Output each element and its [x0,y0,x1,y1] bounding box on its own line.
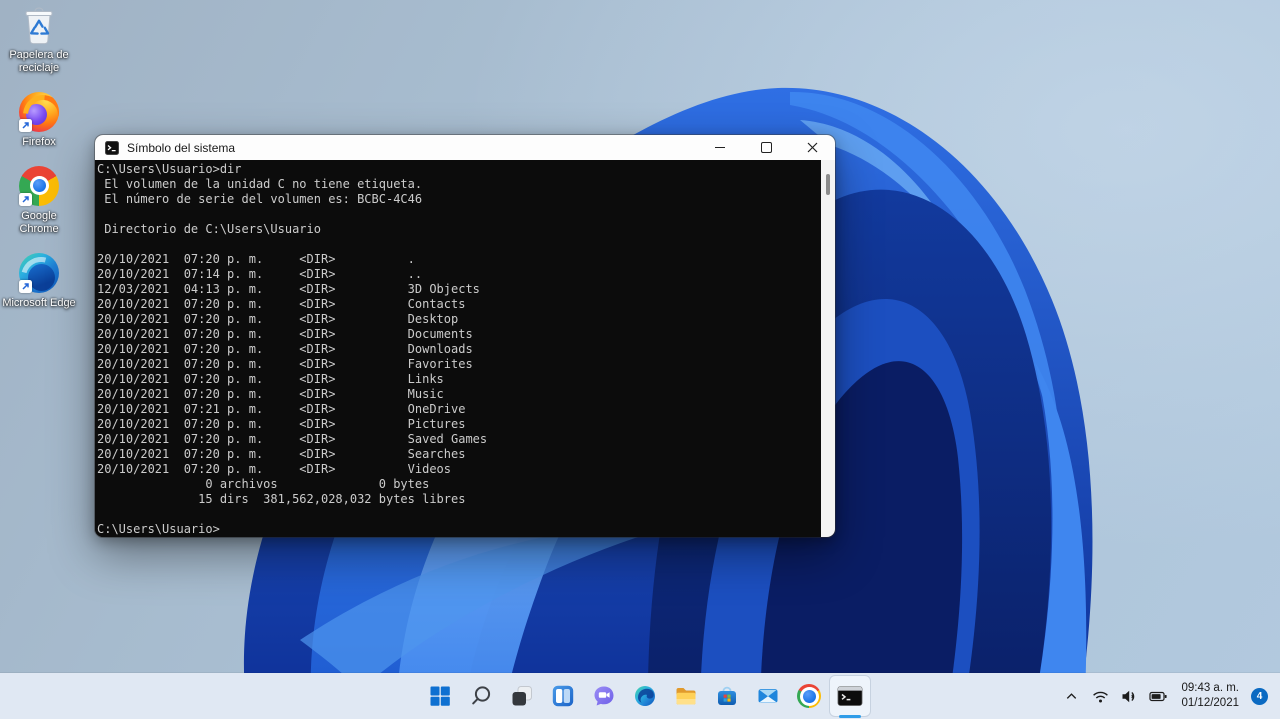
close-button[interactable] [789,135,835,160]
maximize-icon [761,142,772,153]
volume-icon [1121,689,1138,704]
wifi-icon [1092,689,1109,704]
maximize-button[interactable] [743,135,789,160]
desktop-icon-firefox[interactable]: Firefox [1,91,77,149]
cmd-titlebar-icon [105,141,119,155]
wifi-button[interactable] [1090,684,1110,708]
battery-button[interactable] [1148,684,1168,708]
chat-icon [592,684,616,708]
terminal-scrollbar[interactable] [821,160,835,537]
clock-date: 01/12/2021 [1181,696,1239,711]
edge-icon [18,252,60,294]
search-icon [469,684,493,708]
taskbar-item-edge[interactable] [625,676,665,716]
shortcut-arrow-icon [19,119,32,132]
desktop-icons: Papelera de reciclaje Firefox Google Chr… [0,4,78,310]
terminal-output: C:\Users\Usuario>dir El volumen de la un… [95,160,821,537]
command-prompt-icon [837,684,863,708]
taskbar-item-chrome[interactable] [789,676,829,716]
firefox-icon [18,91,60,133]
shortcut-arrow-icon [19,193,32,206]
chevron-up-icon [1064,689,1079,704]
desktop: Papelera de reciclaje Firefox Google Chr… [0,0,1280,719]
show-hidden-icons-button[interactable] [1061,684,1081,708]
mail-icon [756,684,780,708]
tray-clock[interactable]: 09:43 a. m. 01/12/2021 [1181,681,1239,711]
task-view-icon [510,684,534,708]
file-explorer-icon [674,684,698,708]
desktop-icon-chrome[interactable]: Google Chrome [1,165,77,236]
chrome-icon [18,165,60,207]
taskbar-item-command-prompt[interactable] [830,676,870,716]
taskbar-item-widgets[interactable] [543,676,583,716]
desktop-icon-recycle-bin[interactable]: Papelera de reciclaje [1,4,77,75]
recycle-bin-icon [18,4,60,46]
edge-taskbar-icon [633,684,657,708]
minimize-button[interactable] [697,135,743,160]
minimize-icon [715,147,725,148]
desktop-icon-label: Firefox [22,136,56,149]
close-icon [807,142,818,153]
desktop-icon-label: Microsoft Edge [2,297,75,310]
taskbar-center [420,673,870,719]
taskbar-item-task-view[interactable] [502,676,542,716]
battery-icon [1149,690,1168,703]
taskbar-item-store[interactable] [707,676,747,716]
scrollbar-thumb[interactable] [826,174,830,195]
active-app-indicator [839,715,861,718]
widgets-icon [551,684,575,708]
taskbar-item-chat[interactable] [584,676,624,716]
taskbar-item-mail[interactable] [748,676,788,716]
desktop-icon-label: Google Chrome [2,210,76,236]
taskbar: 09:43 a. m. 01/12/2021 4 [0,673,1280,719]
taskbar-item-search[interactable] [461,676,501,716]
desktop-icon-edge[interactable]: Microsoft Edge [1,252,77,310]
shortcut-arrow-icon [19,280,32,293]
window-titlebar[interactable]: Símbolo del sistema [95,135,835,160]
cmd-window: Símbolo del sistema C:\Users\Usuario>dir… [95,135,835,537]
window-title: Símbolo del sistema [127,141,697,155]
start-icon [428,684,452,708]
desktop-icon-label: Papelera de reciclaje [2,49,76,75]
clock-time: 09:43 a. m. [1181,681,1239,696]
volume-button[interactable] [1119,684,1139,708]
taskbar-item-file-explorer[interactable] [666,676,706,716]
terminal[interactable]: C:\Users\Usuario>dir El volumen de la un… [95,160,835,537]
taskbar-item-start[interactable] [420,676,460,716]
chrome-taskbar-icon [797,684,821,708]
system-tray: 09:43 a. m. 01/12/2021 4 [1061,673,1280,719]
store-icon [715,684,739,708]
notification-badge[interactable]: 4 [1251,688,1268,705]
